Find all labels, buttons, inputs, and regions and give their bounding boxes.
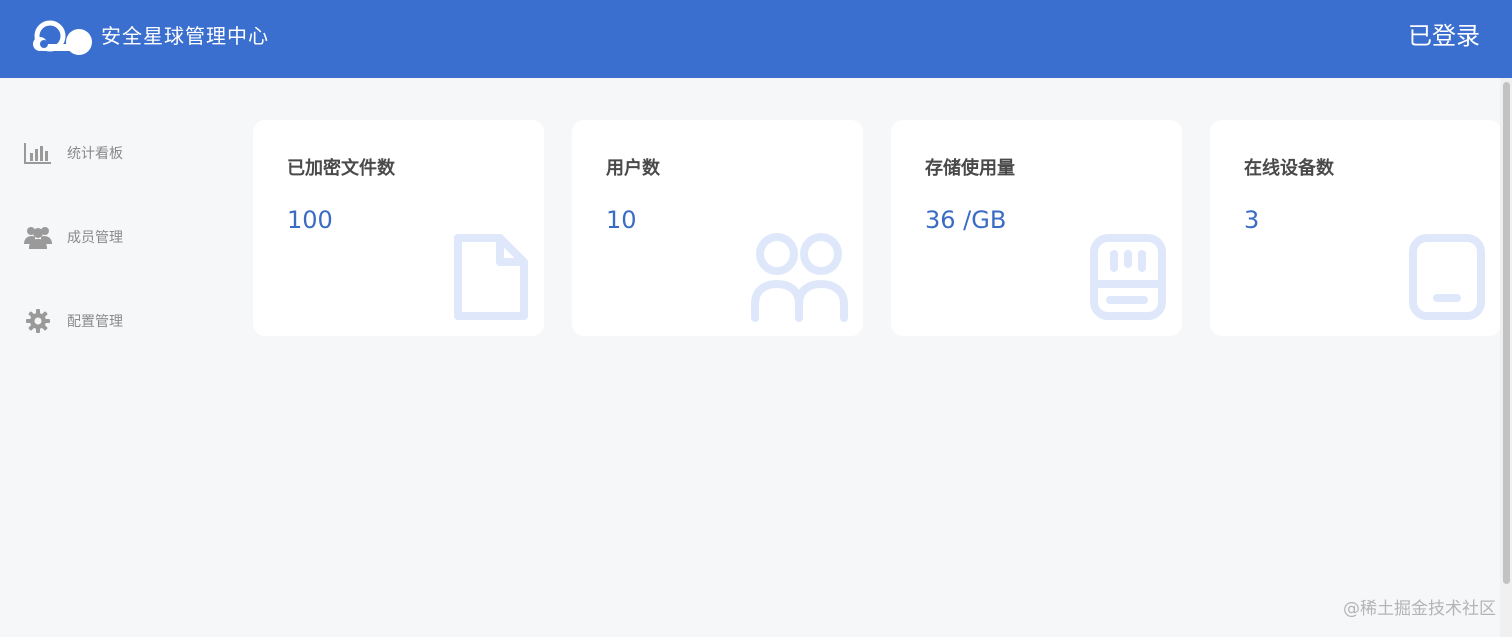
- stat-card-storage: 存储使用量 36 /GB: [891, 120, 1182, 336]
- cloud-logo-icon: [33, 20, 92, 55]
- top-header: 安全星球管理中心 已登录: [0, 0, 1512, 78]
- card-value: 10: [606, 206, 637, 234]
- tablet-icon: [1409, 234, 1485, 320]
- file-icon: [454, 234, 528, 320]
- card-title: 已加密文件数: [287, 158, 395, 179]
- card-value: 3: [1244, 206, 1260, 234]
- card-value: 36 /GB: [925, 206, 1007, 234]
- sidebar-item-members[interactable]: 成员管理: [22, 222, 212, 252]
- gear-icon: [22, 308, 54, 334]
- sidebar-item-config[interactable]: 配置管理: [22, 306, 212, 336]
- stat-card-encrypted-files: 已加密文件数 100: [253, 120, 544, 336]
- sidebar-item-label: 成员管理: [67, 230, 123, 246]
- scrollbar-thumb[interactable]: [1503, 82, 1510, 584]
- stat-card-users: 用户数 10: [572, 120, 863, 336]
- users-icon: [22, 224, 54, 250]
- bar-chart-icon: [22, 140, 54, 166]
- brand-title: 安全星球管理中心: [101, 24, 269, 48]
- sidebar-item-dashboard[interactable]: 统计看板: [22, 138, 212, 168]
- users-outline-icon: [751, 233, 848, 322]
- storage-icon: [1090, 234, 1166, 320]
- sidebar-item-label: 统计看板: [67, 146, 123, 162]
- watermark-text: @稀土掘金技术社区: [1343, 599, 1496, 619]
- stat-card-online-devices: 在线设备数 3: [1210, 120, 1501, 336]
- card-title: 存储使用量: [925, 158, 1015, 179]
- sidebar-item-label: 配置管理: [67, 314, 123, 330]
- card-value: 100: [287, 206, 333, 234]
- card-title: 在线设备数: [1244, 158, 1334, 179]
- card-title: 用户数: [606, 158, 660, 179]
- login-status-link[interactable]: 已登录: [1408, 19, 1480, 53]
- sidebar: 统计看板 成员管理 配置管理: [0, 78, 230, 637]
